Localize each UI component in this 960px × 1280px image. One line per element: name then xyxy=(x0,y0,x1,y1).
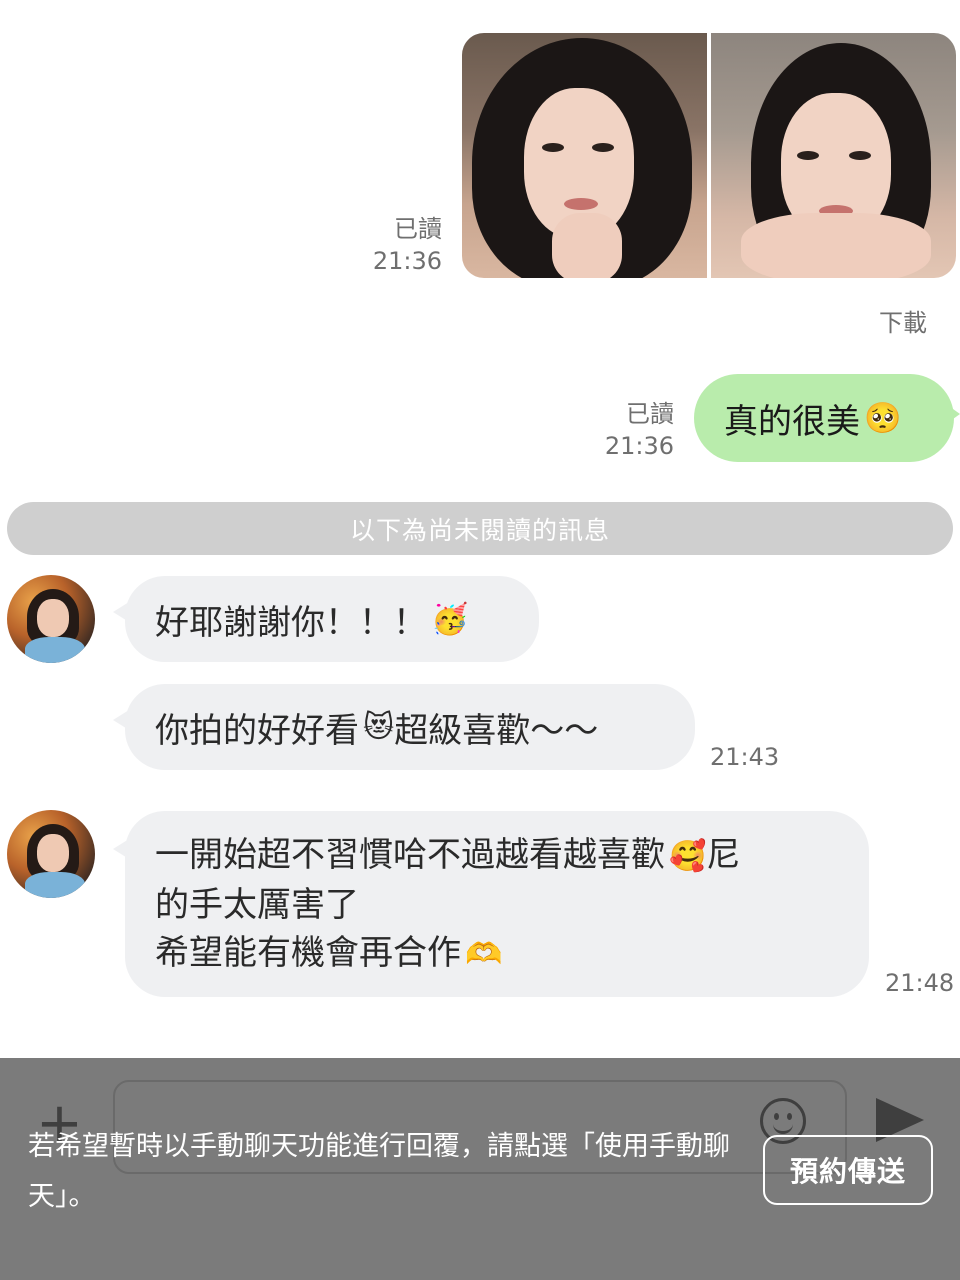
unread-divider: 以下為尚未閱讀的訊息 xyxy=(7,502,953,555)
avatar[interactable] xyxy=(7,810,95,898)
message-text: 的手太厲害了 xyxy=(155,885,359,925)
message-time: 21:36 xyxy=(372,247,442,275)
message-text: 你拍的好好看 xyxy=(155,710,359,751)
schedule-send-button[interactable]: 預約傳送 xyxy=(763,1135,933,1205)
message-time: 21:43 xyxy=(710,743,780,771)
photo-read-meta: 已讀 21:36 xyxy=(360,213,442,277)
message-time: 21:36 xyxy=(604,432,674,460)
message-time: 21:48 xyxy=(885,969,955,997)
message-text: 尼 xyxy=(706,835,741,875)
message-text: 一開始超不習慣哈不過越看越喜歡 xyxy=(155,835,665,875)
incoming-message-bubble[interactable]: 一開始超不習慣哈不過越看越喜歡 🥰尼 的手太厲害了 希望能有機會再合作 🫶 xyxy=(113,811,869,997)
read-status: 已讀 xyxy=(626,400,674,428)
heart-hands-emoji-icon: 🫶 xyxy=(465,937,503,972)
celebration-emoji-icon: 🥳 xyxy=(431,601,469,637)
incoming-message-bubble[interactable]: 好耶謝謝你！！！ 🥳 xyxy=(113,576,539,662)
heart-eyes-cat-emoji-icon: 😻 xyxy=(363,709,395,745)
outgoing-message-bubble[interactable]: 真的很美 🥺 xyxy=(694,374,960,462)
message-text: 好耶謝謝你！！！ xyxy=(155,602,427,643)
message-text: 超級喜歡～～ xyxy=(394,710,599,751)
read-status: 已讀 xyxy=(394,215,442,243)
manual-chat-notice: 若希望暫時以手動聊天功能進行回覆，請點選「使用手動聊天」。 xyxy=(28,1131,730,1212)
incoming-message-bubble[interactable]: 你拍的好好看 😻 超級喜歡～～ xyxy=(113,684,695,770)
photo-1[interactable] xyxy=(462,33,707,278)
smiling-hearts-emoji-icon: 🥰 xyxy=(669,839,707,874)
outgoing-read-meta: 已讀 21:36 xyxy=(592,398,674,462)
pleading-face-emoji-icon: 🥺 xyxy=(864,400,902,436)
download-link[interactable]: 下載 xyxy=(879,303,927,338)
avatar[interactable] xyxy=(7,575,95,663)
message-text: 真的很美 xyxy=(724,401,860,442)
message-text: 希望能有機會再合作 xyxy=(155,933,461,973)
photo-2[interactable] xyxy=(711,33,956,278)
photo-attachment[interactable] xyxy=(462,33,956,278)
